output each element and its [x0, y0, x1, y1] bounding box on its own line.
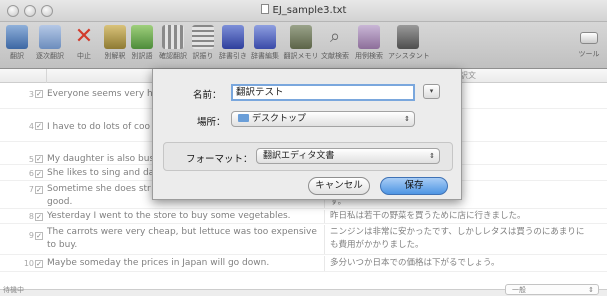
cancel-button[interactable]: キャンセル — [308, 177, 370, 195]
select-arrows-icon: ⇕ — [429, 152, 435, 160]
alt-interpretation-icon — [104, 25, 126, 49]
format-group: フォーマット： 翻訳エディタ文書 ⇕ — [163, 142, 453, 171]
toolbar-label: 用例検索 — [355, 52, 383, 60]
format-select[interactable]: 翻訳エディタ文書 ⇕ — [256, 148, 440, 164]
confirm-translate-icon — [162, 25, 184, 49]
toolbar-step-translate-button[interactable]: 逐次翻訳 — [36, 24, 64, 61]
folder-icon — [238, 114, 249, 122]
toolbar-assistant-button[interactable]: アシスタント — [388, 24, 430, 61]
stop-icon: ✕ — [74, 24, 94, 49]
toolbar-label: 辞書編集 — [251, 52, 279, 60]
toolbar-stop-button[interactable]: ✕ 中止 — [70, 24, 98, 61]
file-name-field[interactable]: 翻訳テスト — [231, 84, 415, 101]
parallel-display-icon — [192, 25, 214, 49]
toolbar-label: アシスタント — [388, 52, 430, 60]
toolbar-example-search-button[interactable]: 用例検索 — [355, 24, 383, 61]
expand-dialog-button[interactable]: ▾ — [423, 84, 440, 99]
location-select-value: デスクトップ — [252, 114, 307, 124]
dictionary-edit-icon — [254, 25, 276, 49]
alt-word-icon — [131, 25, 153, 49]
toolbar-dictionary-lookup-button[interactable]: 辞書引き — [219, 24, 247, 61]
dictionary-lookup-icon — [222, 25, 244, 49]
toolbar-translation-memory-button[interactable]: 翻訳メモリ — [284, 24, 319, 61]
chevron-down-icon: ▾ — [429, 87, 434, 95]
name-label: 名前： — [193, 90, 222, 101]
toolbar-tools-button[interactable]: ツール — [575, 24, 603, 59]
toolbar: 翻訳 逐次翻訳 ✕ 中止 別解釈 別訳語 確認翻訳 訳振り 辞書引き 辞書編集 翻… — [0, 22, 607, 69]
format-select-value: 翻訳エディタ文書 — [263, 151, 335, 161]
toolbar-label: ツール — [578, 50, 600, 58]
window-title-text: EJ_sample3.txt — [272, 5, 347, 16]
toolbar-dictionary-edit-button[interactable]: 辞書編集 — [251, 24, 279, 61]
title-bar: EJ_sample3.txt — [0, 0, 607, 22]
location-select[interactable]: デスクトップ ⇕ — [231, 111, 415, 127]
save-button[interactable]: 保存 — [380, 177, 448, 195]
select-arrows-icon: ⇕ — [404, 115, 410, 123]
tools-icon — [580, 32, 598, 44]
toolbar-alt-word-button[interactable]: 別訳語 — [128, 24, 156, 61]
translation-memory-icon — [290, 25, 312, 49]
step-translate-icon — [39, 25, 61, 49]
translate-icon — [6, 25, 28, 49]
example-search-icon — [358, 25, 380, 49]
where-label: 場所： — [197, 117, 226, 128]
save-dialog-sheet: 名前： 翻訳テスト ▾ 場所： デスクトップ ⇕ フォーマット： 翻訳エディタ文書… — [152, 69, 462, 200]
reference-search-icon: ⌕ — [329, 26, 341, 47]
toolbar-translate-button[interactable]: 翻訳 — [3, 24, 31, 61]
assistant-icon — [397, 25, 419, 49]
document-icon — [260, 4, 269, 14]
format-label: フォーマット： — [186, 154, 253, 165]
window-title: EJ_sample3.txt — [0, 0, 607, 22]
toolbar-reference-search-button[interactable]: ⌕ 文献検索 — [321, 24, 349, 61]
